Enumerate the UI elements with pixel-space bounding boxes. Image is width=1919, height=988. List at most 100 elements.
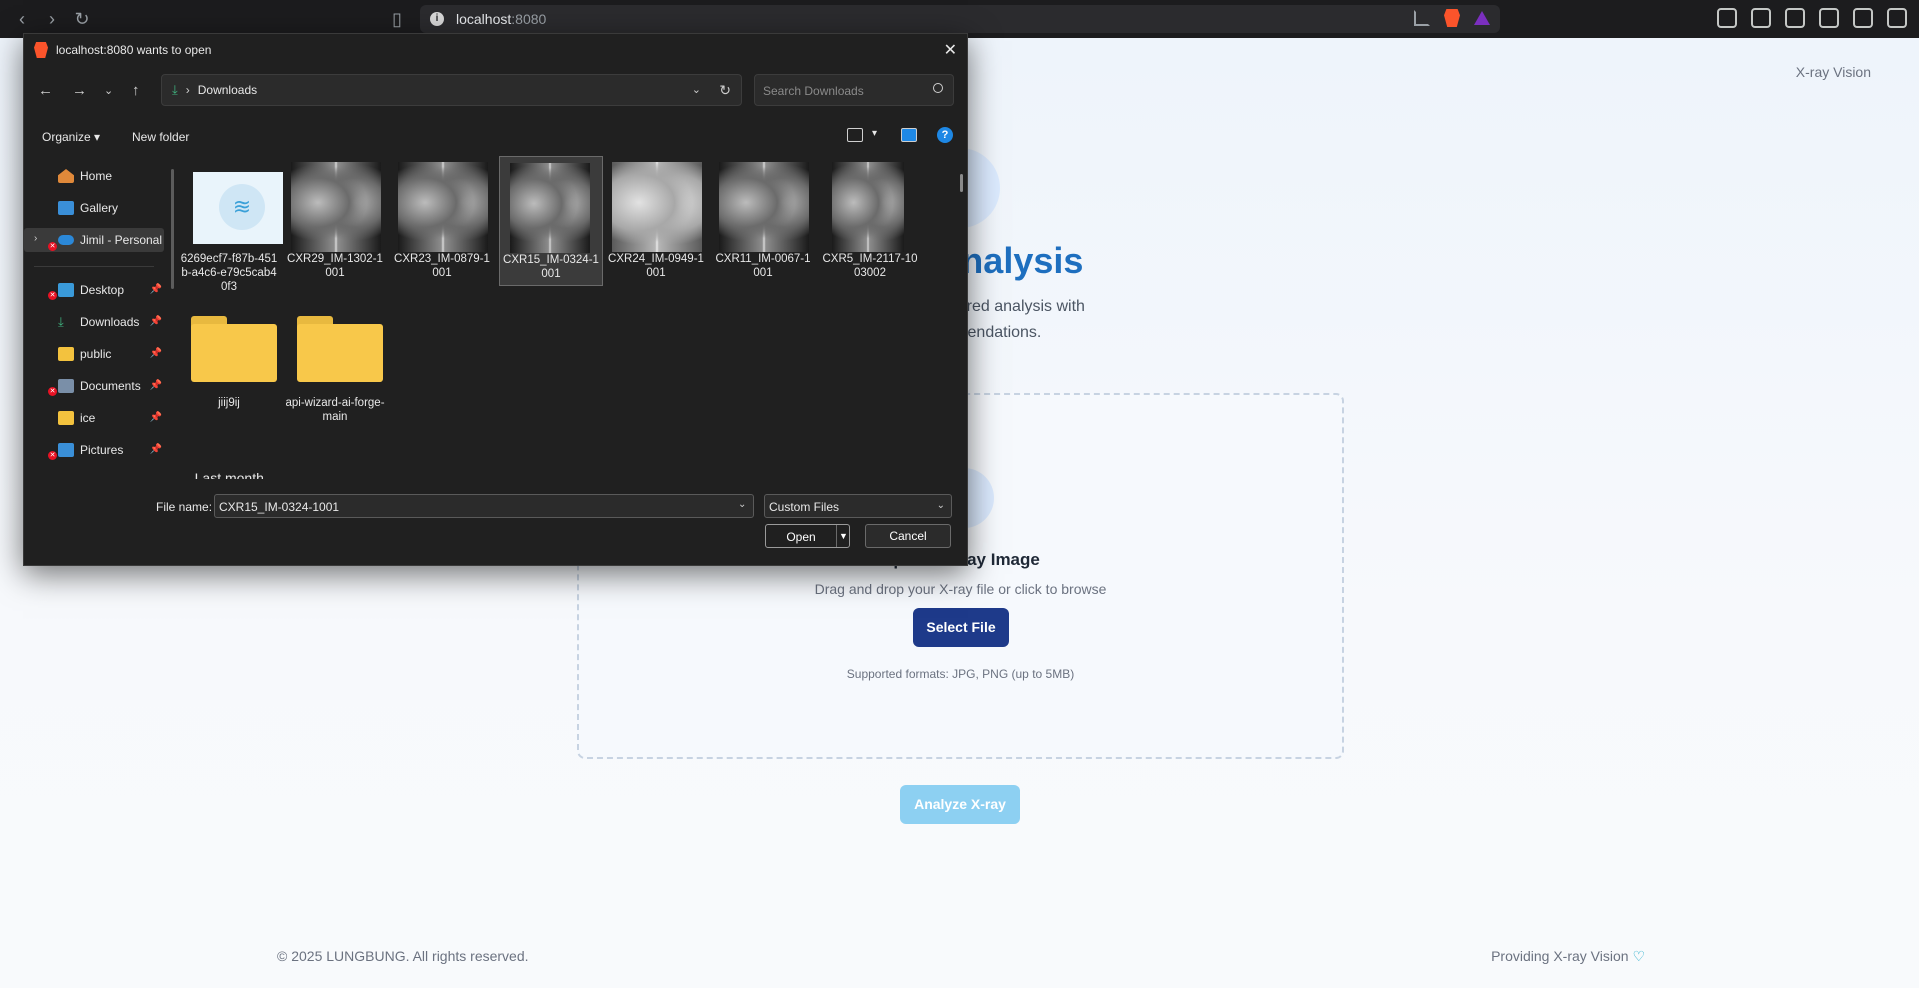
gallery-icon xyxy=(58,201,74,215)
vpn-icon[interactable] xyxy=(1853,8,1873,28)
file-scrollbar[interactable] xyxy=(960,174,963,192)
view-icon[interactable] xyxy=(847,128,863,142)
up-arrow-icon[interactable]: ↑ xyxy=(132,82,140,99)
share-icon[interactable] xyxy=(1414,10,1430,26)
select-file-button[interactable]: Select File xyxy=(913,608,1009,647)
chevron-down-icon[interactable]: ⌄ xyxy=(738,499,746,510)
search-placeholder: Search Downloads xyxy=(763,84,864,98)
new-folder-button[interactable]: New folder xyxy=(132,130,189,144)
preview-pane-icon[interactable] xyxy=(901,128,917,142)
open-options-chevron-icon[interactable]: ▼ xyxy=(836,525,850,547)
file-name: CXR24_IM-0949-1001 xyxy=(608,253,704,279)
brand-link[interactable]: X-ray Vision xyxy=(1796,64,1871,80)
nav-item-gallery[interactable]: Gallery xyxy=(24,196,164,220)
pin-icon[interactable]: 📌 xyxy=(150,284,162,295)
refresh-icon[interactable]: ↻ xyxy=(719,82,731,99)
file-tile[interactable]: CXR24_IM-0949-1001 xyxy=(606,156,706,286)
nav-item-downloads[interactable]: ⤓ Downloads 📌 xyxy=(24,310,164,334)
brave-shields-icon[interactable] xyxy=(1444,9,1460,27)
folder-icon xyxy=(58,411,74,425)
chevron-down-icon[interactable]: ⌄ xyxy=(692,83,701,96)
nav-label: Gallery xyxy=(80,201,119,215)
location-bar[interactable]: ⤓ › Downloads ⌄ ↻ xyxy=(161,74,742,106)
dialog-footer: File name: CXR15_IM-0324-1001 ⌄ Custom F… xyxy=(24,482,967,567)
file-type-select[interactable]: Custom Files ⌄ xyxy=(764,494,952,518)
file-thumbnail: ≋ xyxy=(193,172,283,244)
back-icon[interactable]: ‹ xyxy=(10,7,34,31)
group-header-last-month[interactable]: ⌄ Last month xyxy=(179,470,264,479)
file-name: CXR11_IM-0067-1001 xyxy=(715,253,811,279)
nav-item-desktop[interactable]: ✕ Desktop 📌 xyxy=(24,278,164,302)
folder-icon xyxy=(297,316,383,382)
file-tile[interactable]: ≋ 6269ecf7-f87b-451b-a4c6-e79c5cab40f3 xyxy=(179,156,283,293)
forward-icon[interactable]: › xyxy=(40,7,64,31)
reload-icon[interactable]: ↻ xyxy=(70,7,94,31)
nav-item-documents[interactable]: ✕ Documents 📌 xyxy=(24,374,164,398)
nav-label: ice xyxy=(80,411,96,425)
xray-thumbnail xyxy=(612,162,702,252)
close-icon[interactable]: ✕ xyxy=(944,40,957,60)
file-tile[interactable]: CXR11_IM-0067-1001 xyxy=(713,156,813,286)
nav-item-public[interactable]: public 📌 xyxy=(24,342,164,366)
analyze-button[interactable]: Analyze X-ray xyxy=(900,785,1020,824)
dialog-titlebar: localhost:8080 wants to open ✕ xyxy=(24,34,967,66)
nav-item-onedrive[interactable]: › ✕ Jimil - Personal xyxy=(24,228,164,252)
search-input[interactable]: Search Downloads xyxy=(754,74,954,106)
pin-icon[interactable]: 📌 xyxy=(150,380,162,391)
nav-label: Downloads xyxy=(80,315,140,329)
folder-name: jiij9ij xyxy=(218,397,240,409)
extensions-icon[interactable] xyxy=(1717,8,1737,28)
view-options-chevron-icon[interactable]: ▾ xyxy=(872,128,877,139)
nav-label: Jimil - Personal xyxy=(80,233,163,247)
upload-hint: Drag and drop your X-ray file or click t… xyxy=(814,581,1107,597)
forward-arrow-icon[interactable]: → xyxy=(72,82,87,99)
file-tile[interactable]: CXR5_IM-2117-1003002 xyxy=(820,156,920,286)
desktop-icon xyxy=(58,283,74,297)
file-grid: ≋ 6269ecf7-f87b-451b-a4c6-e79c5cab40f3 C… xyxy=(179,156,964,479)
onedrive-icon xyxy=(58,235,74,245)
sidebar-icon[interactable] xyxy=(1751,8,1771,28)
help-icon[interactable]: ? xyxy=(937,127,953,143)
cancel-button[interactable]: Cancel xyxy=(865,524,951,548)
folder-icon xyxy=(191,316,277,382)
file-name-input[interactable]: CXR15_IM-0324-1001 xyxy=(214,494,754,518)
site-info-icon[interactable]: i xyxy=(430,12,444,26)
url-text: localhost:8080 xyxy=(456,11,547,27)
pin-icon[interactable]: 📌 xyxy=(150,444,162,455)
home-icon xyxy=(58,169,74,183)
wind-icon: ≋ xyxy=(219,184,265,230)
organize-button[interactable]: Organize ▾ xyxy=(42,130,100,144)
pin-icon[interactable]: 📌 xyxy=(150,348,162,359)
file-tile[interactable]: CXR29_IM-1302-1001 xyxy=(285,156,385,286)
footer-tagline-text: Providing X-ray Vision xyxy=(1491,948,1629,964)
brave-rewards-icon[interactable] xyxy=(1474,11,1490,25)
nav-item-pictures[interactable]: ✕ Pictures 📌 xyxy=(24,438,164,462)
folder-tile[interactable]: api-wizard-ai-forge-main xyxy=(285,306,385,436)
nav-item-ice[interactable]: ice 📌 xyxy=(24,406,164,430)
nav-item-home[interactable]: Home xyxy=(24,164,164,188)
nav-label: Pictures xyxy=(80,443,124,457)
open-button[interactable]: Open ▼ xyxy=(765,524,850,548)
folder-name: api-wizard-ai-forge-main xyxy=(285,397,385,423)
file-name-label: File name: xyxy=(156,500,213,514)
heart-icon: ♡ xyxy=(1632,948,1645,964)
pin-icon[interactable]: 📌 xyxy=(150,316,162,327)
wallet-icon[interactable] xyxy=(1785,8,1805,28)
expand-icon[interactable]: › xyxy=(34,233,37,244)
leo-ai-icon[interactable] xyxy=(1819,8,1839,28)
file-name: CXR29_IM-1302-1001 xyxy=(287,253,383,279)
bookmark-icon[interactable]: ▯ xyxy=(385,7,409,31)
recent-locations-icon[interactable]: ⌄ xyxy=(104,84,113,97)
xray-thumbnail xyxy=(510,163,590,253)
dialog-title: localhost:8080 wants to open xyxy=(56,43,212,57)
address-bar[interactable]: i localhost:8080 xyxy=(420,5,1500,33)
file-tile[interactable]: CXR23_IM-0879-1001 xyxy=(392,156,492,286)
supported-formats: Supported formats: JPG, PNG (up to 5MB) xyxy=(846,667,1075,681)
back-arrow-icon[interactable]: ← xyxy=(38,82,53,99)
nav-scrollbar[interactable] xyxy=(171,169,174,289)
file-tile-selected[interactable]: CXR15_IM-0324-1001 xyxy=(499,156,603,286)
menu-icon[interactable] xyxy=(1887,8,1907,28)
pictures-icon xyxy=(58,443,74,457)
pin-icon[interactable]: 📌 xyxy=(150,412,162,423)
folder-tile[interactable]: jiij9ij xyxy=(179,306,279,436)
